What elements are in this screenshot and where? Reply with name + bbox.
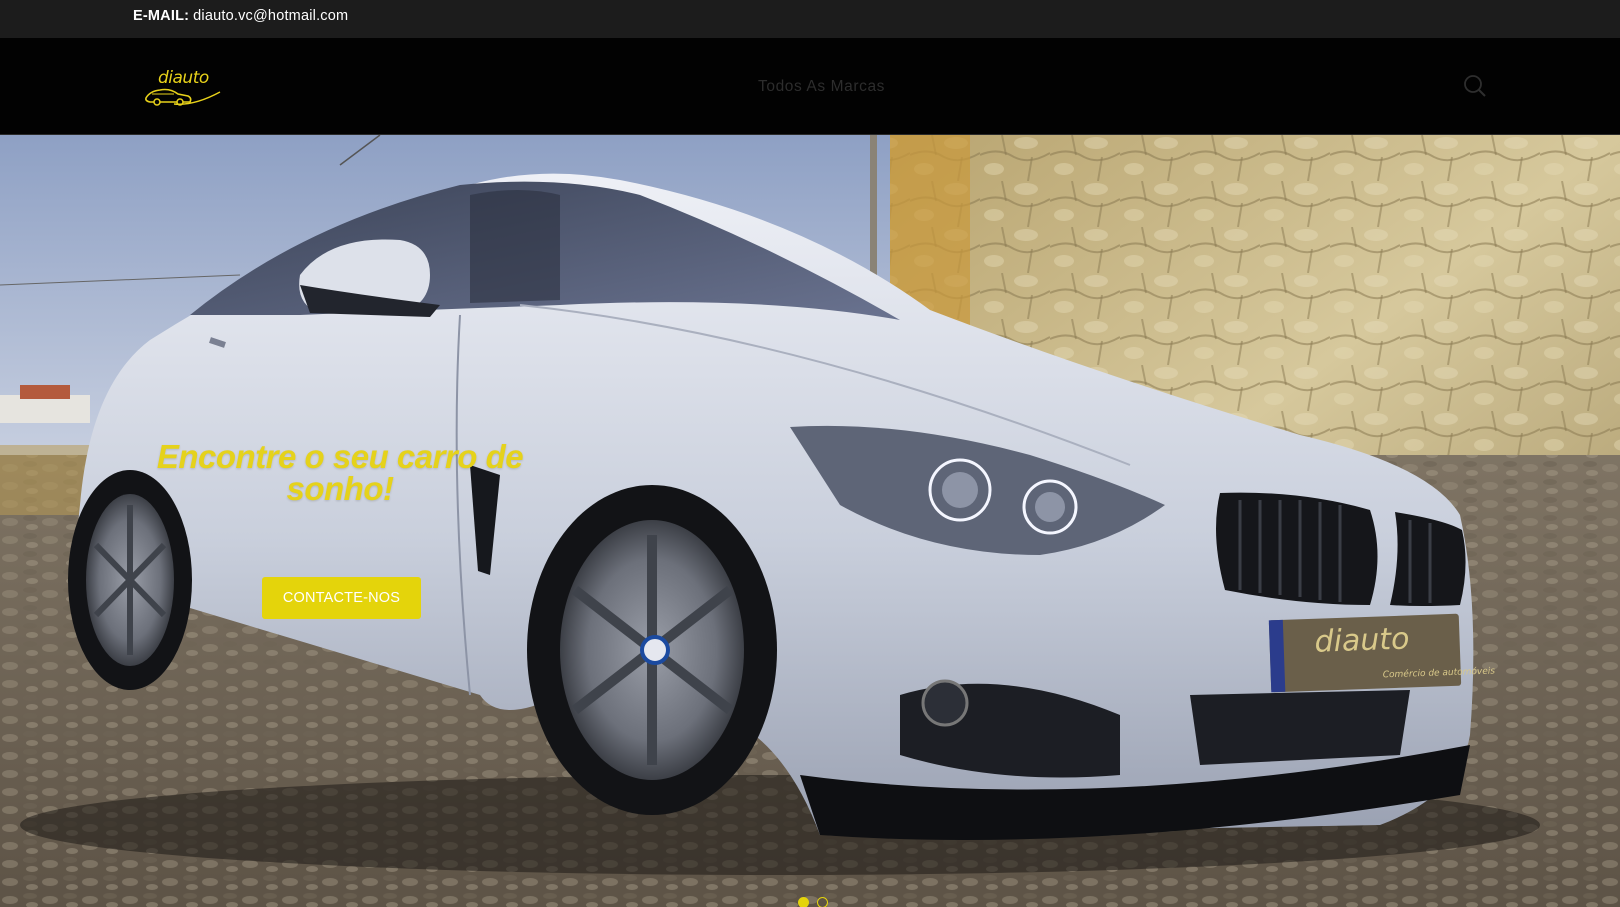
hero-slider: diauto Comércio de automóveis Encontre o… bbox=[0, 135, 1620, 907]
site-header: diauto Todos As Marcas bbox=[0, 38, 1620, 135]
plate-logo-text: diauto bbox=[1314, 621, 1410, 659]
slide-dot-2[interactable] bbox=[817, 897, 828, 907]
nav-item-todos-as-marcas[interactable]: Todos As Marcas bbox=[758, 78, 885, 96]
logo-car-icon bbox=[145, 88, 221, 106]
email-label: E-MAIL: bbox=[133, 8, 190, 24]
slide-dot-1[interactable] bbox=[798, 897, 809, 907]
site-logo[interactable]: diauto bbox=[144, 68, 226, 108]
search-icon bbox=[1464, 75, 1486, 97]
contact-email[interactable]: E-MAIL: diauto.vc@hotmail.com bbox=[133, 8, 348, 24]
email-value[interactable]: diauto.vc@hotmail.com bbox=[193, 8, 348, 24]
contact-button[interactable]: CONTACTE-NOS bbox=[262, 577, 421, 619]
search-button[interactable] bbox=[1462, 73, 1488, 99]
top-bar: E-MAIL: diauto.vc@hotmail.com bbox=[0, 0, 1620, 38]
hero-background-image: diauto Comércio de automóveis bbox=[0, 135, 1620, 907]
hero-headline: Encontre o seu carro de sonho! bbox=[156, 438, 524, 507]
slider-pagination bbox=[798, 897, 828, 907]
